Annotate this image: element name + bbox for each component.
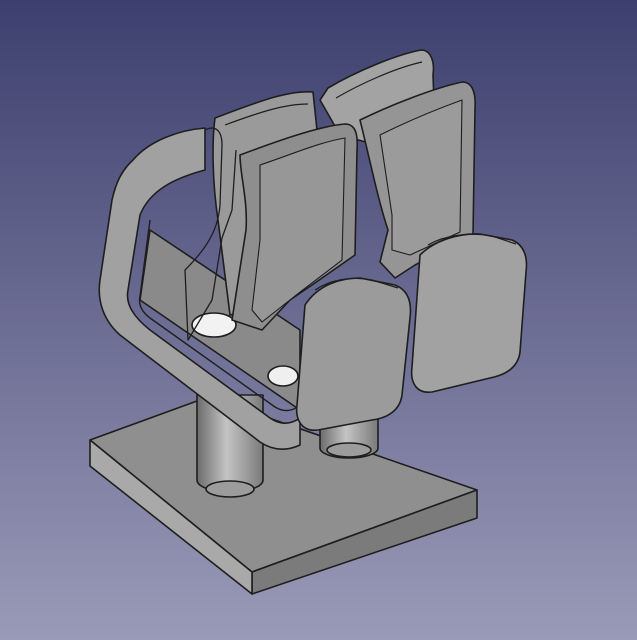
end-pad-left[interactable] [295, 277, 412, 431]
end-pad-left-body [295, 277, 412, 431]
mount-hole-left [191, 312, 237, 338]
post-right-base [326, 442, 372, 458]
end-pad-right[interactable] [410, 233, 528, 393]
post-left-base [205, 480, 255, 498]
mount-hole-right [267, 365, 299, 387]
viewport-canvas[interactable] [0, 0, 637, 640]
end-pad-right-body [410, 233, 528, 393]
3d-viewport[interactable] [0, 0, 637, 640]
